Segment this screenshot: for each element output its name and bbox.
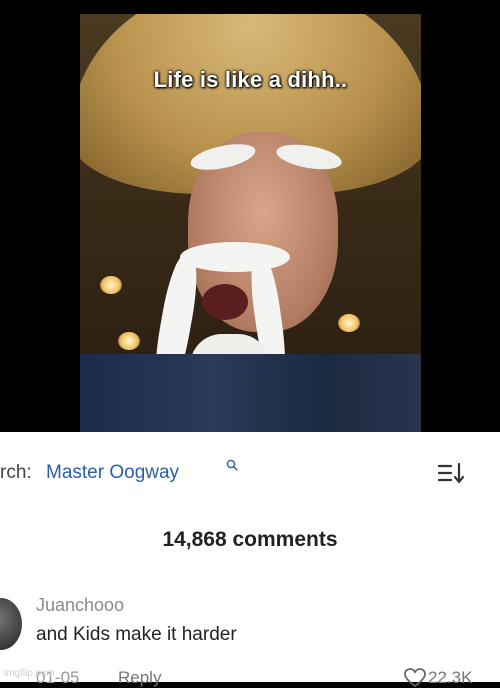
reply-button[interactable]: Reply — [118, 668, 161, 688]
lamp-light — [100, 276, 122, 294]
mustache — [180, 242, 290, 272]
comment-username[interactable]: Juanchooo — [36, 595, 124, 616]
avatar[interactable] — [0, 598, 22, 650]
sort-icon[interactable] — [438, 462, 466, 484]
comments-panel: rch: Master Oogway 14,868 comments Juanc… — [0, 432, 500, 688]
search-prefix: rch: — [0, 462, 32, 483]
lamp-light — [338, 314, 360, 332]
video-area[interactable]: Life is like a dihh.. — [0, 0, 500, 432]
comments-count: 14,868 comments — [162, 528, 338, 551]
robe — [80, 354, 421, 432]
search-icon[interactable] — [226, 459, 238, 471]
video-frame[interactable]: Life is like a dihh.. — [80, 14, 421, 432]
watermark: imgflip.com — [4, 668, 55, 679]
like-count: 22.3K — [428, 668, 473, 687]
heart-icon[interactable] — [404, 668, 426, 688]
comment-text: and Kids make it harder — [36, 624, 237, 645]
lamp-light — [118, 332, 140, 350]
search-term-link[interactable]: Master Oogway — [46, 462, 179, 484]
mouth — [202, 284, 248, 320]
video-caption: Life is like a dihh.. — [153, 67, 348, 92]
